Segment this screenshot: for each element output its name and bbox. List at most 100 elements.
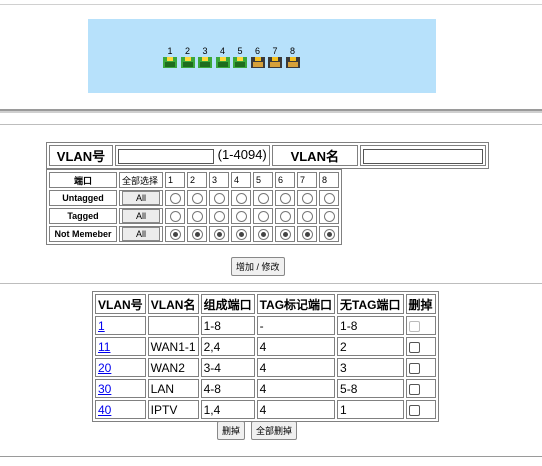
port-7-radio[interactable] [301, 210, 313, 222]
port-8-radio[interactable] [323, 210, 335, 222]
delete-checkbox[interactable] [408, 383, 420, 395]
radio-cell [275, 226, 295, 242]
port-column-header: 6 [275, 172, 295, 188]
radio-cell [253, 208, 273, 224]
switch-port-3: 3 [197, 46, 213, 68]
port-8-radio[interactable] [323, 228, 335, 240]
port-number: 7 [272, 46, 278, 56]
vlan-form: VLAN号 (1-4094) VLAN名 [46, 142, 489, 169]
vlan-id-link[interactable]: 1 [98, 319, 105, 333]
port-column-header: 1 [165, 172, 185, 188]
radio-cell [275, 208, 295, 224]
port-2-radio[interactable] [191, 228, 203, 240]
radio-cell [297, 208, 317, 224]
port-1-radio[interactable] [169, 228, 181, 240]
select-all-cell: All [119, 190, 163, 206]
delete-checkbox[interactable] [408, 341, 420, 353]
port-membership-table: 端口 全部选择 1 2 3 4 5 6 7 8 Untagged All Tagged All Not Me… [46, 169, 342, 245]
delete-button[interactable]: 删掉 [217, 421, 246, 440]
vlan-id-link[interactable]: 20 [98, 361, 111, 375]
port-column-header: 8 [319, 172, 339, 188]
select-all-header: 全部选择 [119, 172, 163, 188]
port-number: 1 [167, 46, 173, 56]
radio-cell [319, 208, 339, 224]
port-header: 端口 [49, 172, 117, 188]
vlan-ports-cell: 4-8 [200, 379, 255, 398]
delete-cell [405, 358, 436, 377]
port-6-radio[interactable] [279, 228, 291, 240]
port-7-radio[interactable] [301, 228, 313, 240]
vlan-id-cell: 40 [95, 400, 146, 419]
port-number: 6 [254, 46, 260, 56]
membership-row-label: Not Memeber [49, 226, 117, 242]
vlan-id-input[interactable] [118, 148, 214, 164]
switch-port-8: 8 [285, 46, 301, 68]
port-3-radio[interactable] [213, 210, 225, 222]
vlan-name-cell: WAN2 [147, 358, 199, 377]
switch-port-6: 6 [250, 46, 266, 68]
select-all-cell: All [119, 226, 163, 242]
table-row: 30 LAN 4-8 4 5-8 [95, 379, 436, 398]
ethernet-port-icon [180, 57, 195, 68]
radio-cell [231, 190, 251, 206]
vlan-id-cell: (1-4094) [115, 145, 270, 166]
column-header: TAG标记端口 [256, 294, 336, 314]
vlan-tag-cell: - [256, 316, 336, 335]
membership-row-label: Tagged [49, 208, 117, 224]
vlan-tag-cell: 4 [256, 337, 336, 356]
delete-cell [405, 400, 436, 419]
port-6-radio[interactable] [279, 210, 291, 222]
radio-cell [165, 208, 185, 224]
port-2-radio[interactable] [191, 192, 203, 204]
ethernet-port-icon [250, 57, 265, 68]
column-header: 删掉 [405, 294, 436, 314]
delete-checkbox[interactable] [408, 404, 420, 416]
radio-cell [209, 226, 229, 242]
port-3-radio[interactable] [213, 228, 225, 240]
port-number: 3 [202, 46, 208, 56]
radio-cell [319, 190, 339, 206]
vlan-name-label: VLAN名 [271, 145, 358, 166]
port-5-radio[interactable] [257, 192, 269, 204]
port-4-radio[interactable] [235, 228, 247, 240]
ethernet-port-icon [233, 57, 247, 68]
vlan-range-hint: (1-4094) [217, 147, 267, 163]
ethernet-port-icon [285, 57, 300, 68]
vlan-id-link[interactable]: 30 [98, 382, 111, 396]
port-4-radio[interactable] [235, 192, 247, 204]
vlan-id-link[interactable]: 11 [98, 340, 110, 354]
select-all-button[interactable]: All [122, 227, 160, 241]
column-header: VLAN号 [95, 294, 146, 314]
radio-cell [187, 190, 207, 206]
port-number: 4 [219, 46, 225, 56]
port-5-radio[interactable] [257, 228, 269, 240]
port-8-radio[interactable] [323, 192, 335, 204]
vlan-id-cell: 30 [95, 379, 146, 398]
vlan-id-cell: 20 [95, 358, 146, 377]
port-6-radio[interactable] [279, 192, 291, 204]
vlan-ports-cell: 1-8 [200, 316, 255, 335]
port-1-radio[interactable] [169, 192, 181, 204]
switch-port-7: 7 [267, 46, 283, 68]
ethernet-port-icon [163, 57, 177, 68]
delete-all-button[interactable]: 全部删掉 [251, 421, 298, 440]
port-5-radio[interactable] [257, 210, 269, 222]
vlan-list-table: VLAN号 VLAN名 组成端口 TAG标记端口 无TAG端口 删掉 1 1-8-1-8 11 W… [92, 291, 439, 422]
add-modify-button[interactable]: 增加 / 修改 [231, 257, 285, 276]
delete-checkbox[interactable] [408, 362, 420, 374]
switch-port-4: 4 [215, 46, 231, 68]
port-3-radio[interactable] [213, 192, 225, 204]
port-number: 5 [237, 46, 243, 56]
vlan-id-link[interactable]: 40 [98, 403, 111, 417]
port-1-radio[interactable] [169, 210, 181, 222]
select-all-button[interactable]: All [122, 209, 160, 223]
select-all-button[interactable]: All [122, 191, 160, 205]
radio-cell [187, 226, 207, 242]
column-header: 无TAG端口 [337, 294, 404, 314]
table-row: 20 WAN2 3-4 4 3 [95, 358, 436, 377]
port-7-radio[interactable] [301, 192, 313, 204]
vlan-name-input[interactable] [362, 148, 483, 164]
port-2-radio[interactable] [191, 210, 203, 222]
radio-cell [319, 226, 339, 242]
port-4-radio[interactable] [235, 210, 247, 222]
